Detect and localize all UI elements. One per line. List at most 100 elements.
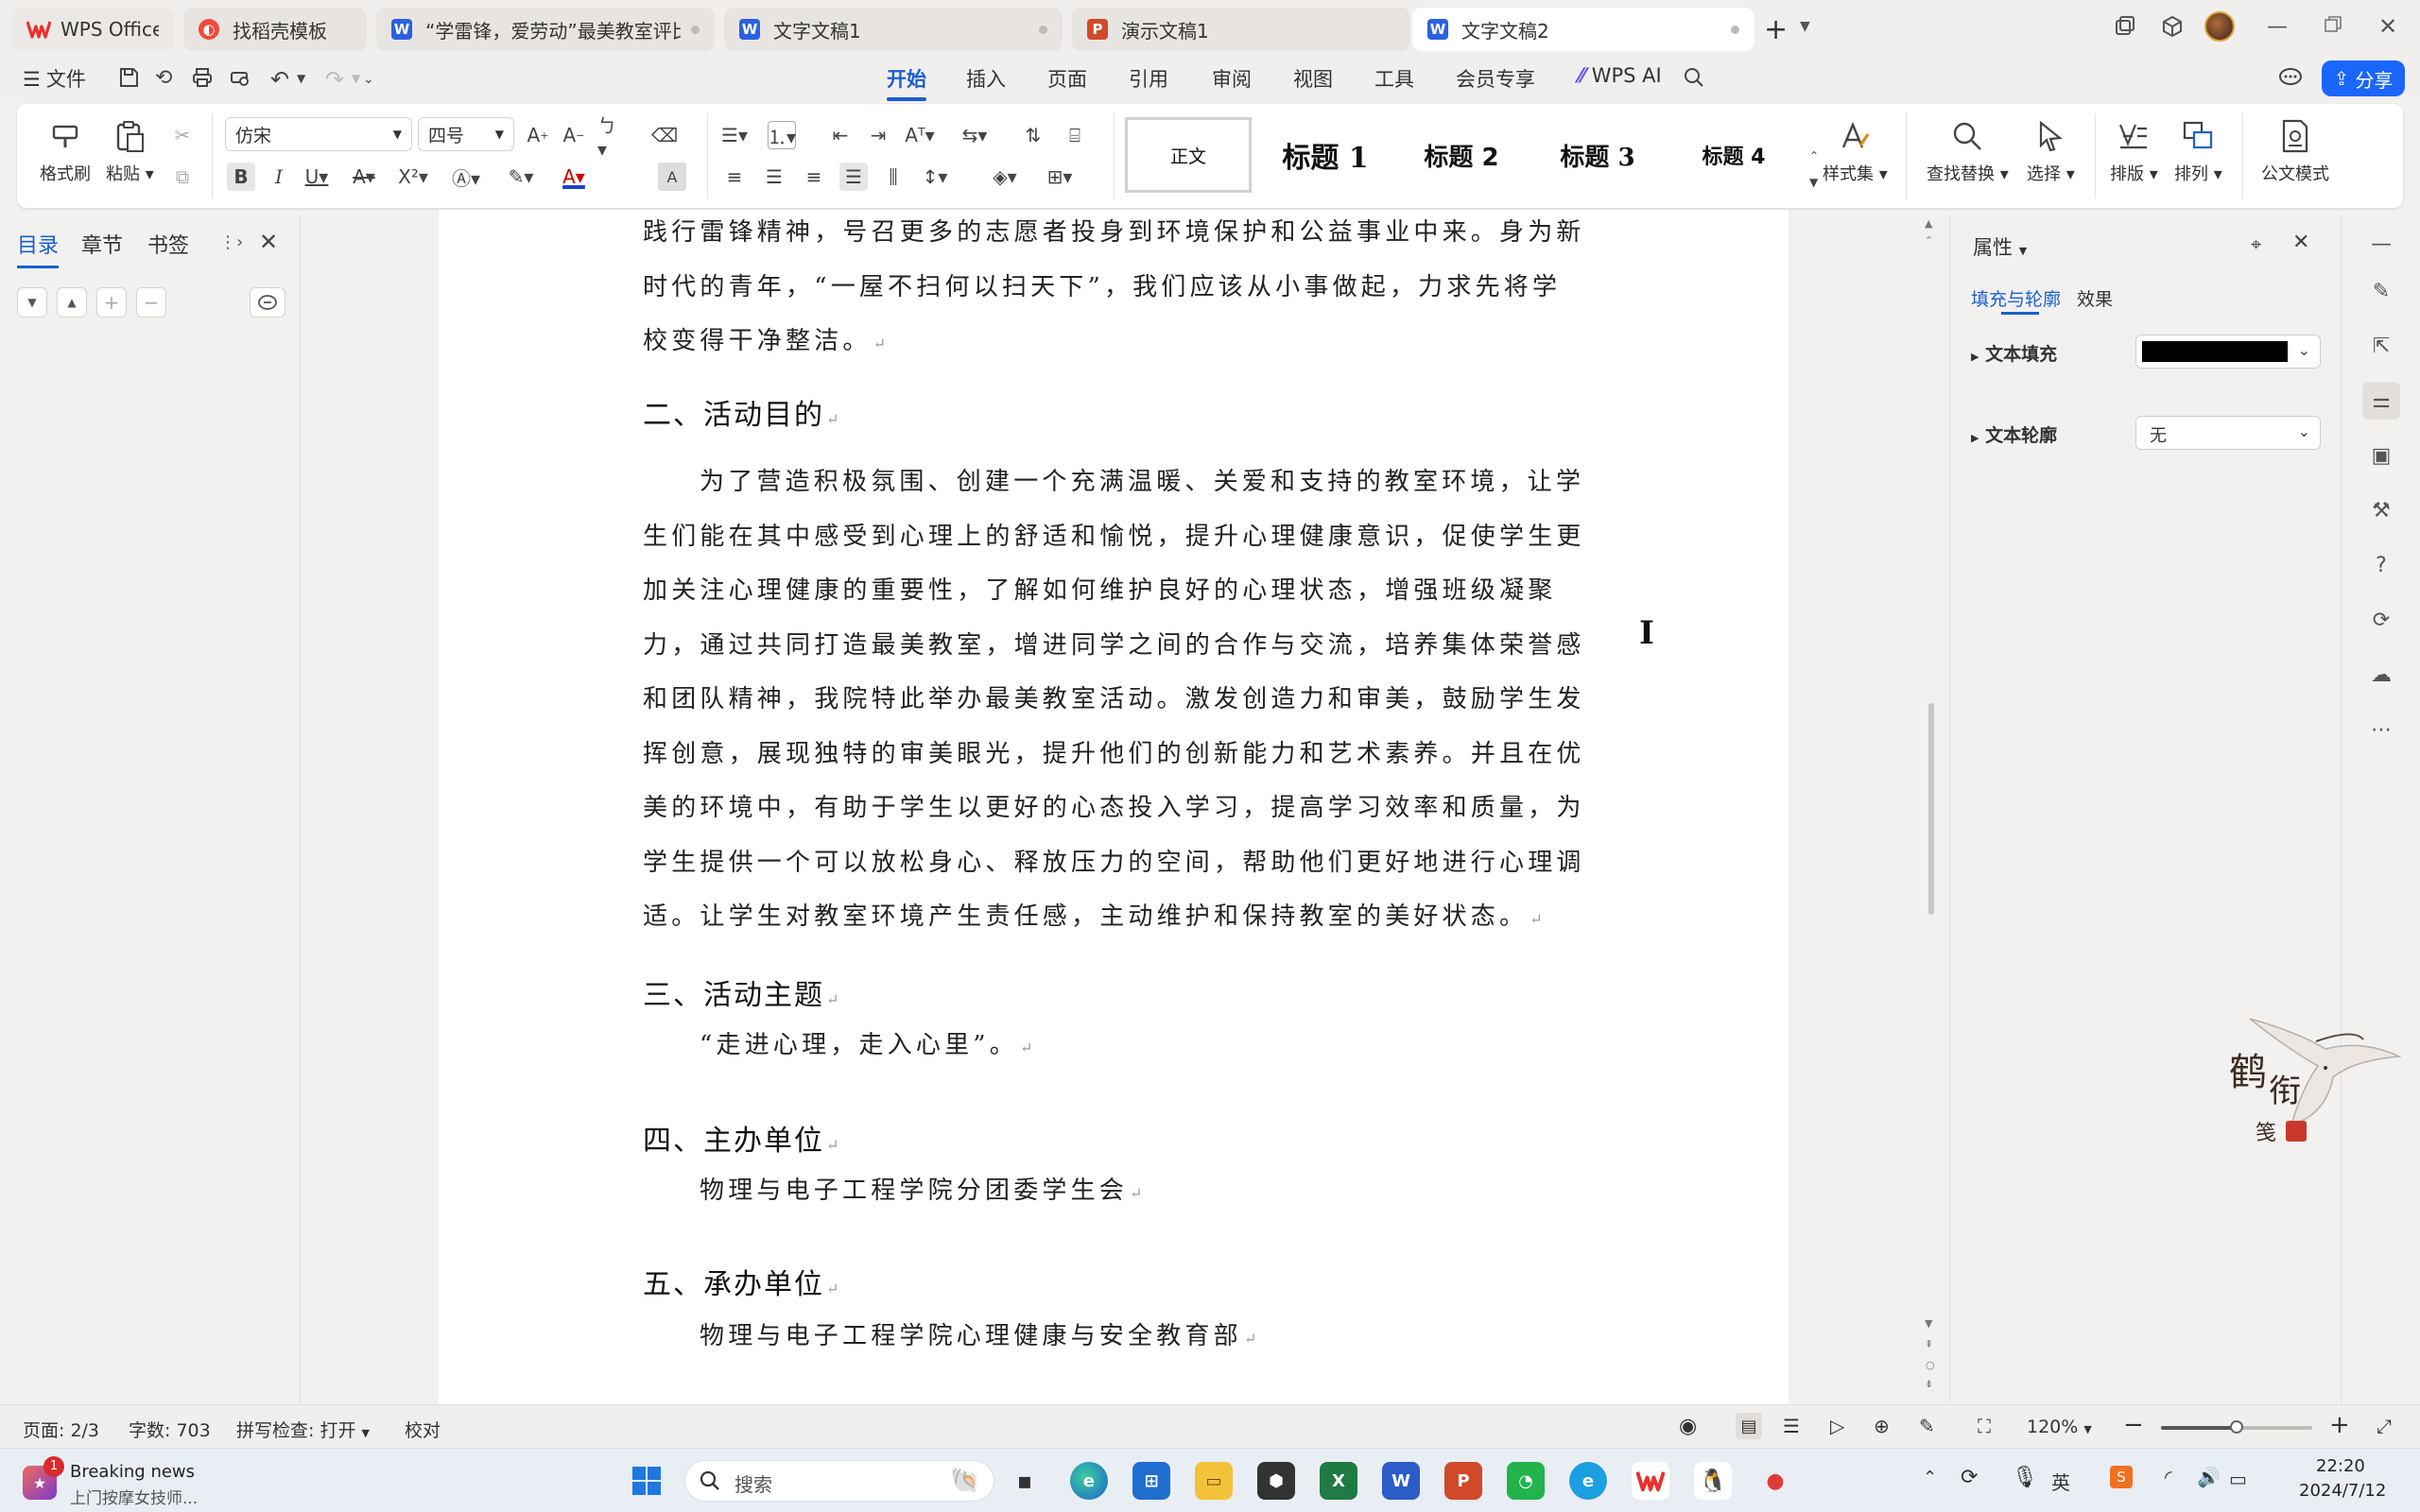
print-icon[interactable] <box>191 66 214 89</box>
undo-dropdown-icon[interactable]: ▼ <box>297 72 305 85</box>
zoom-level-select[interactable]: 120% ▼ <box>2027 1417 2092 1437</box>
qq-icon[interactable]: 🐧 <box>1694 1462 1732 1500</box>
tab-document-1[interactable]: W 文字文稿1 <box>724 8 1063 51</box>
tools-icon[interactable]: ⚒ <box>2362 491 2400 529</box>
restore-icon[interactable] <box>2324 15 2342 34</box>
heading-organizer[interactable]: 四、主办单位 ↵ <box>643 1117 840 1159</box>
microphone-icon[interactable]: 🎙 <box>2012 1466 2038 1489</box>
menu-tools[interactable]: 工具 <box>1374 64 1414 93</box>
image-edit-icon[interactable]: ▣ <box>2362 437 2400 474</box>
ime-indicator[interactable]: 英 <box>2051 1468 2070 1495</box>
proofread-button[interactable]: 校对 <box>405 1417 441 1442</box>
phonetic-guide-icon[interactable]: ㄅ▾ <box>597 114 626 161</box>
tab-document-appraisal[interactable]: W “学雷锋，爱劳动”最美教室评比… <box>376 8 715 51</box>
shading-icon[interactable]: ◈▾ <box>991 163 1019 191</box>
style-gallery-up-icon[interactable]: ⌃ <box>1809 149 1819 163</box>
menu-review[interactable]: 审阅 <box>1212 64 1252 93</box>
paragraph-objective[interactable]: 为了营造积极氛围、创建一个充满温暖、关爱和支持的教室环境，让学生们能在其中感受到… <box>643 455 1588 947</box>
italic-button[interactable]: I <box>265 163 293 191</box>
style-gallery-expand-icon[interactable]: ▼ <box>1809 176 1818 189</box>
tab-presentation-1[interactable]: P 演示文稿1 <box>1072 8 1410 51</box>
start-button[interactable] <box>628 1462 666 1500</box>
close-window-icon[interactable]: ✕ <box>2378 13 2397 40</box>
select-pointer-icon[interactable]: ⇱ <box>2362 327 2400 365</box>
increase-indent-icon[interactable]: ⇥ <box>864 121 892 149</box>
collapse-sidebar-icon[interactable]: — <box>2362 225 2400 263</box>
recorder-icon[interactable]: ● <box>1756 1462 1794 1500</box>
ai-toc-button[interactable] <box>250 287 285 318</box>
text-outline-select[interactable]: 无 ⌄ <box>2135 416 2321 450</box>
sort-icon[interactable]: ⇅ <box>1019 121 1047 149</box>
style-heading-1[interactable]: 标题 1 <box>1261 117 1390 193</box>
undo-icon[interactable]: ↶ <box>270 66 289 93</box>
justify-icon[interactable]: ☰ <box>839 163 868 191</box>
chinese-layout-icon[interactable]: ⇆▾ <box>960 121 989 149</box>
style-normal[interactable]: 正文 <box>1125 117 1252 193</box>
properties-title[interactable]: 属性 ▼ <box>1973 232 2027 261</box>
paste-button[interactable]: 粘贴 ▾ <box>106 117 154 185</box>
write-mode-icon[interactable]: ✎ <box>1919 1415 1935 1437</box>
close-pane-icon[interactable]: ✕ <box>259 229 278 255</box>
powerpoint-icon[interactable]: P <box>1444 1462 1482 1500</box>
paragraph-intro[interactable]: 践行雷锋精神，号召更多的志愿者投身到环境保护和公益事业中来。身为新时代的青年，“… <box>643 210 1588 371</box>
layout-button[interactable]: 排版 ▾ <box>2110 117 2158 185</box>
pin-icon[interactable]: ⌖ <box>2251 232 2261 255</box>
redo-dropdown-icon[interactable]: ▼ <box>352 72 360 85</box>
tab-document-2[interactable]: W 文字文稿2 <box>1412 8 1754 51</box>
save-icon[interactable] <box>117 66 140 89</box>
search-icon[interactable] <box>1683 66 1705 89</box>
clock-date[interactable]: 2024/7/12 <box>2299 1481 2386 1501</box>
backup-icon[interactable]: ☁ <box>2362 656 2400 694</box>
scroll-down-icon[interactable]: ▼ <box>1925 1317 1932 1330</box>
tab-fill-outline[interactable]: 填充与轮廓 <box>1971 285 2061 311</box>
text-fill-color-picker[interactable]: ⌄ <box>2135 335 2321 369</box>
ie-browser-icon[interactable]: e <box>1569 1462 1607 1500</box>
wifi-icon[interactable]: ◜ <box>2165 1466 2172 1488</box>
tab-effects[interactable]: 效果 <box>2077 285 2113 311</box>
pen-icon[interactable]: ✎ <box>2362 272 2400 310</box>
wps-office-taskbar-icon[interactable] <box>1632 1462 1669 1500</box>
scroll-up-icon[interactable]: ▲ <box>1925 217 1932 230</box>
zoom-in-icon[interactable]: + <box>2329 1411 2350 1439</box>
news-widget[interactable]: ★ 1 Breaking news 上门按摩女技师... <box>23 1456 231 1508</box>
align-right-icon[interactable]: ≡ <box>800 163 828 191</box>
style-heading-3[interactable]: 标题 3 <box>1533 117 1662 193</box>
underline-button[interactable]: U▾ <box>302 163 331 191</box>
wps-ai-button[interactable]: ⁄⁄ WPS AI <box>1579 64 1662 87</box>
clear-format-icon[interactable]: ⌫ <box>650 121 679 149</box>
text-effect-button[interactable]: Ⓐ▾ <box>452 163 480 191</box>
fit-page-icon[interactable]: ⛶ <box>1978 1415 1991 1437</box>
scroll-top-icon[interactable]: ⌃ <box>1925 234 1933 247</box>
show-marks-icon[interactable]: ⌸ <box>1061 121 1089 149</box>
share-button[interactable]: ⇪ 分享 <box>2322 60 2405 96</box>
paragraph-undertaker[interactable]: 物理与电子工程学院心理健康与安全教育部 ↵ <box>643 1310 1588 1366</box>
superscript-button[interactable]: X²▾ <box>398 163 428 191</box>
collapse-all-button[interactable]: ▼ <box>17 287 47 318</box>
document-page[interactable]: 践行雷锋精神，号召更多的志愿者投身到环境保护和公益事业中来。身为新时代的青年，“… <box>439 210 1789 1404</box>
adjust-settings-icon[interactable]: ⚌ <box>2362 382 2400 420</box>
select-button[interactable]: 选择 ▾ <box>2027 117 2075 185</box>
heading-theme[interactable]: 三、活动主题 ↵ <box>643 971 840 1013</box>
character-shading-button[interactable]: A <box>658 163 686 191</box>
outline-view-icon[interactable]: ☰ <box>1783 1415 1800 1437</box>
eye-protection-icon[interactable]: ◉ <box>1679 1415 1697 1438</box>
fullscreen-icon[interactable]: ⤢ <box>2377 1415 2392 1437</box>
distributed-icon[interactable]: ⫼ <box>879 163 908 191</box>
taskview-icon[interactable]: ▪ <box>1006 1462 1044 1500</box>
remove-heading-button[interactable]: − <box>136 287 166 318</box>
help-icon[interactable]: ? <box>2362 546 2400 584</box>
tab-chapters[interactable]: 章节 <box>81 229 123 259</box>
window-switch-icon[interactable] <box>2114 15 2136 38</box>
translate-icon[interactable]: ⟳ <box>2362 601 2400 639</box>
prev-page-icon[interactable]: ⇞ <box>1925 1338 1933 1350</box>
tab-wps-office[interactable]: WPS Office <box>11 8 174 51</box>
spell-check-toggle[interactable]: 拼写检查: 打开 ▼ <box>236 1417 370 1442</box>
taskbar-search[interactable]: 搜索 🐚 <box>684 1460 994 1502</box>
text-direction-icon[interactable]: Aᵀ▾ <box>905 121 934 149</box>
web-view-icon[interactable]: ⊕ <box>1874 1415 1890 1437</box>
heading-objective[interactable]: 二、活动目的 ↵ <box>643 391 840 433</box>
excel-icon[interactable]: X <box>1320 1462 1357 1500</box>
copy-icon[interactable]: ⧉ <box>168 163 197 191</box>
find-replace-button[interactable]: 查找替换 ▾ <box>1927 117 2009 185</box>
font-color-button[interactable]: A▾ <box>560 163 588 191</box>
